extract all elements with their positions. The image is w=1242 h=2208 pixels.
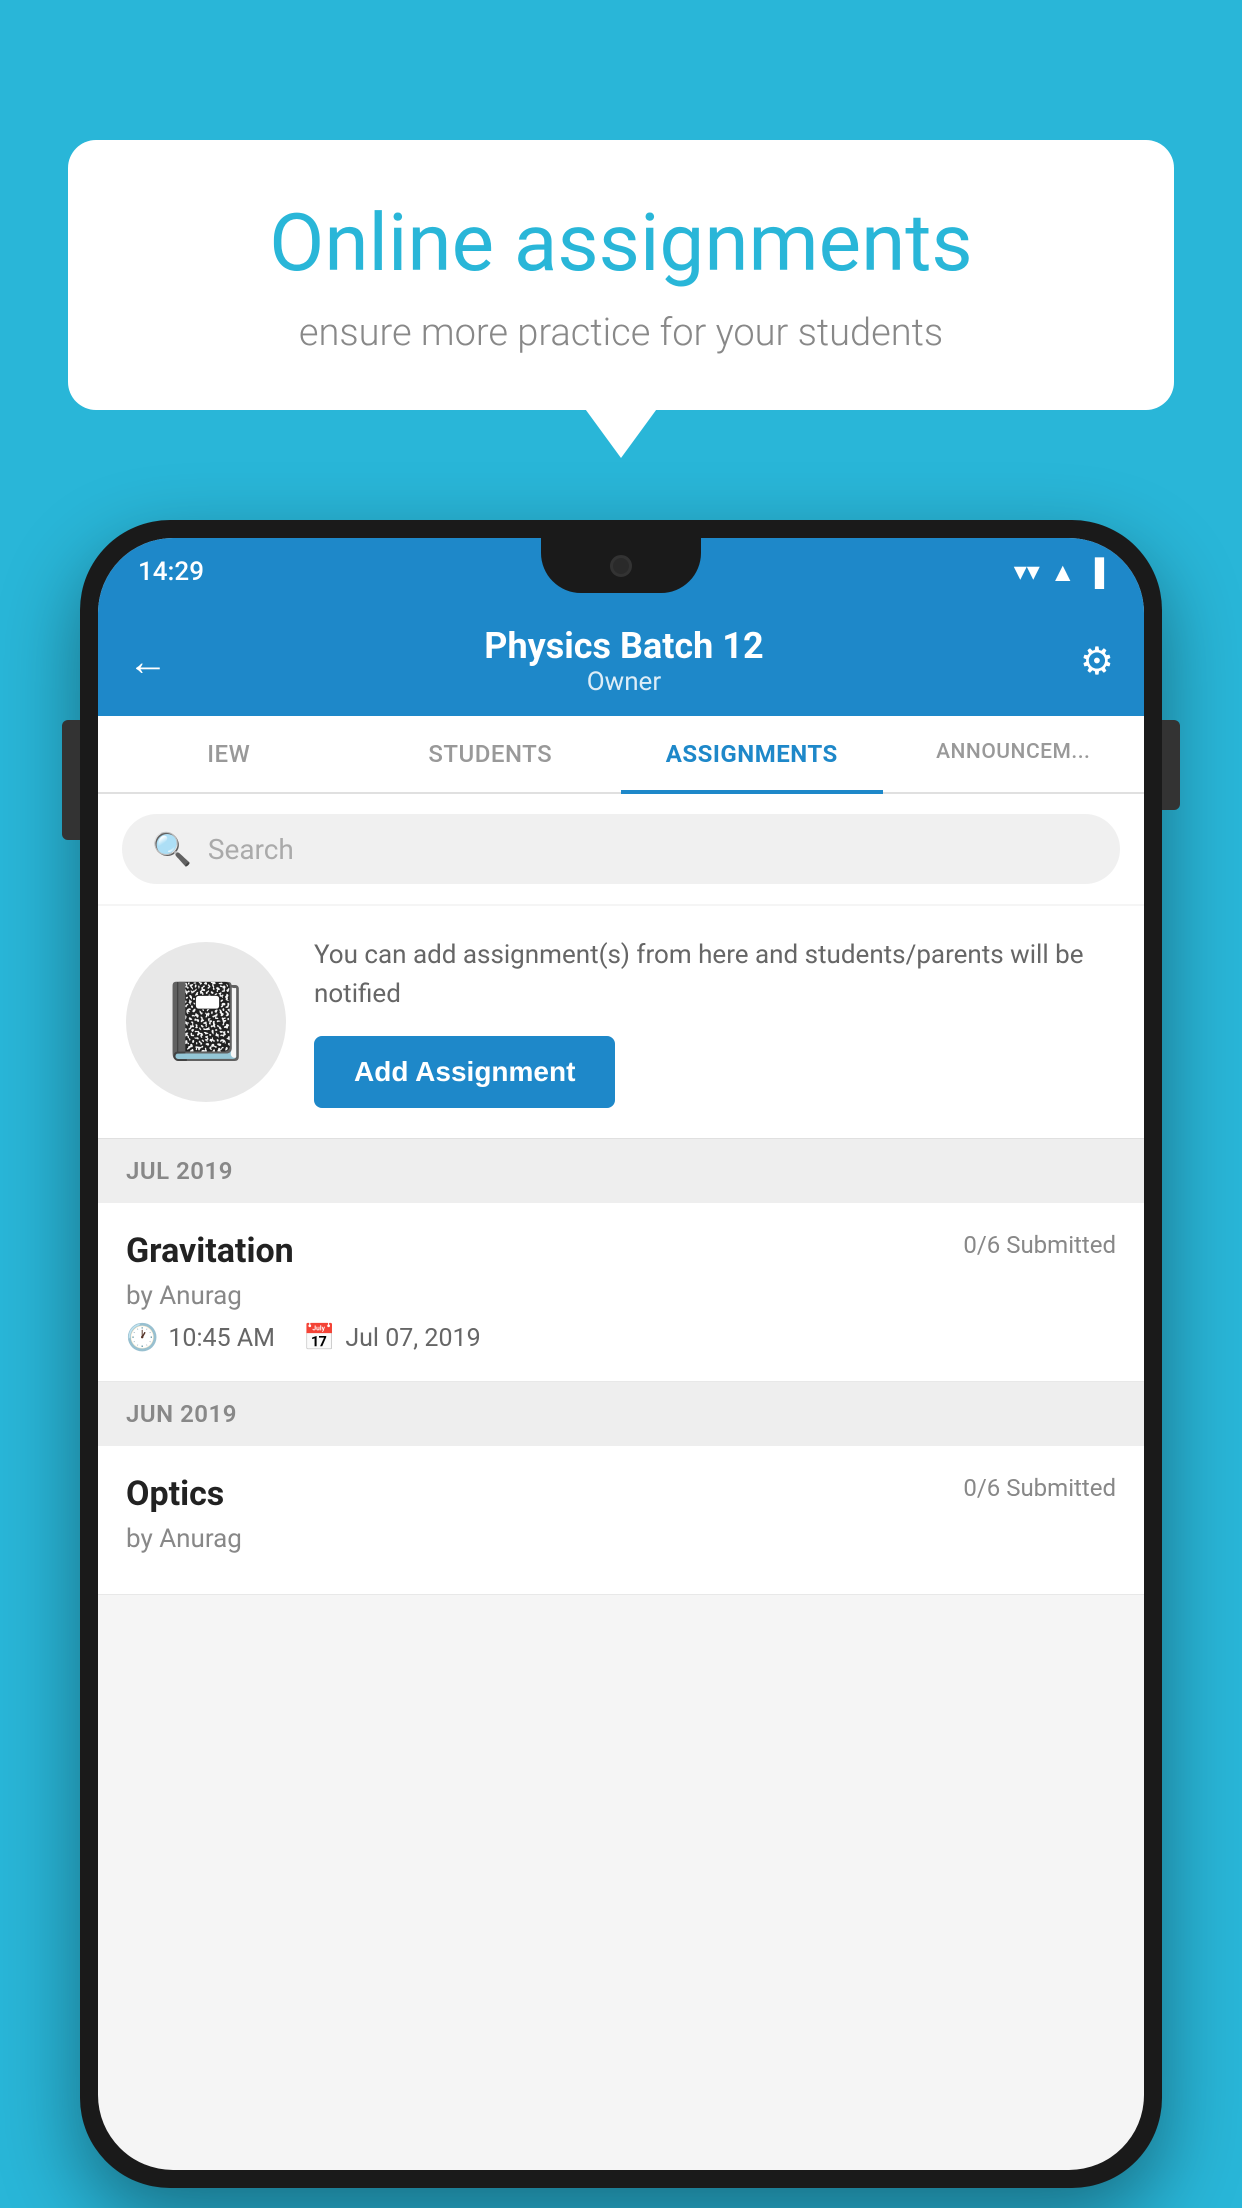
status-bar: 14:29 ▾▾ ▲ ▐ (98, 538, 1144, 606)
date-value-gravitation: Jul 07, 2019 (345, 1324, 480, 1353)
assignment-submitted-gravitation: 0/6 Submitted (963, 1231, 1116, 1259)
bubble-subtitle: ensure more practice for your students (128, 311, 1114, 355)
signal-icon: ▲ (1050, 557, 1076, 588)
settings-icon[interactable]: ⚙ (1080, 639, 1114, 684)
notebook-icon: 📓 (159, 978, 252, 1066)
add-assignment-content: You can add assignment(s) from here and … (314, 936, 1116, 1108)
phone: 14:29 ▾▾ ▲ ▐ ← Physics Batch 12 Owner ⚙ (80, 520, 1162, 2188)
search-icon: 🔍 (152, 830, 192, 868)
assignment-author-gravitation: by Anurag (126, 1281, 1116, 1311)
assignment-item-optics[interactable]: Optics 0/6 Submitted by Anurag (98, 1446, 1144, 1595)
assignment-name-gravitation: Gravitation (126, 1231, 294, 1271)
assignment-time-gravitation: 🕐 10:45 AM (126, 1323, 275, 1353)
app-bar-subtitle: Owner (188, 667, 1060, 697)
month-label-jun: JUN 2019 (126, 1400, 237, 1428)
notch (541, 538, 701, 593)
time-value-gravitation: 10:45 AM (168, 1324, 275, 1353)
tab-students[interactable]: STUDENTS (360, 716, 622, 792)
tabs-bar: IEW STUDENTS ASSIGNMENTS ANNOUNCEM... (98, 716, 1144, 794)
assignment-date-gravitation: 📅 Jul 07, 2019 (303, 1323, 481, 1353)
assignment-submitted-optics: 0/6 Submitted (963, 1474, 1116, 1502)
assignment-meta-gravitation: 🕐 10:45 AM 📅 Jul 07, 2019 (126, 1323, 1116, 1353)
assignment-name-optics: Optics (126, 1474, 224, 1514)
search-container: 🔍 Search (98, 794, 1144, 904)
calendar-icon: 📅 (303, 1323, 335, 1353)
tab-iew[interactable]: IEW (98, 716, 360, 792)
phone-outer: 14:29 ▾▾ ▲ ▐ ← Physics Batch 12 Owner ⚙ (80, 520, 1162, 2188)
status-icons: ▾▾ ▲ ▐ (1014, 557, 1104, 588)
battery-icon: ▐ (1086, 557, 1104, 588)
status-time: 14:29 (138, 557, 204, 587)
tab-announcements[interactable]: ANNOUNCEM... (883, 716, 1145, 792)
app-bar-title: Physics Batch 12 (188, 625, 1060, 667)
assignment-item-gravitation[interactable]: Gravitation 0/6 Submitted by Anurag 🕐 10… (98, 1203, 1144, 1382)
wifi-icon: ▾▾ (1014, 557, 1040, 587)
back-button[interactable]: ← (128, 638, 168, 685)
month-section-jun: JUN 2019 (98, 1382, 1144, 1446)
add-assignment-button[interactable]: Add Assignment (314, 1036, 615, 1108)
app-bar-title-section: Physics Batch 12 Owner (188, 625, 1060, 697)
phone-screen: 14:29 ▾▾ ▲ ▐ ← Physics Batch 12 Owner ⚙ (98, 538, 1144, 2170)
search-input-wrapper[interactable]: 🔍 Search (122, 814, 1120, 884)
bubble-title: Online assignments (128, 195, 1114, 291)
tab-assignments[interactable]: ASSIGNMENTS (621, 716, 883, 792)
month-label-jul: JUL 2019 (126, 1157, 233, 1185)
app-bar: ← Physics Batch 12 Owner ⚙ (98, 606, 1144, 716)
assignment-author-optics: by Anurag (126, 1524, 1116, 1554)
month-section-jul: JUL 2019 (98, 1139, 1144, 1203)
search-placeholder: Search (208, 833, 294, 866)
speech-bubble: Online assignments ensure more practice … (68, 140, 1174, 410)
add-assignment-description: You can add assignment(s) from here and … (314, 936, 1116, 1014)
clock-icon: 🕐 (126, 1323, 158, 1353)
camera (610, 555, 632, 577)
add-assignment-card: 📓 You can add assignment(s) from here an… (98, 906, 1144, 1139)
notebook-icon-circle: 📓 (126, 942, 286, 1102)
